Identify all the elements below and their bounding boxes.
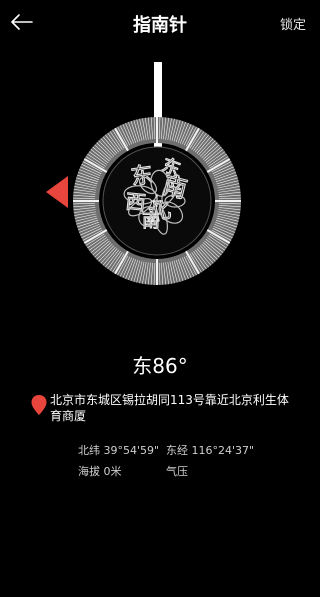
lock-button[interactable]: 锁定	[280, 14, 306, 33]
compass[interactable]: 东南西北东南	[0, 55, 320, 300]
address-text: 北京市东城区锡拉胡同113号靠近北京利生体育商厦	[50, 393, 289, 423]
location-pin-icon	[31, 395, 47, 415]
direction-pointer-icon	[46, 176, 68, 208]
heading-readout: 东86°	[132, 354, 188, 378]
top-bar: 指南针 锁定	[0, 0, 320, 44]
address-row: 北京市东城区锡拉胡同113号靠近北京利生体育商厦	[30, 392, 300, 424]
pressure-text: 气压	[166, 465, 188, 478]
compass-dial[interactable]: 东南西 北东南	[0, 55, 320, 300]
page-title: 指南针	[133, 15, 187, 36]
altitude-text: 海拔 0米	[78, 465, 122, 478]
latitude-text: 北纬 39°54'59"	[78, 444, 160, 457]
longitude-text: 东经 116°24'37"	[166, 444, 255, 457]
